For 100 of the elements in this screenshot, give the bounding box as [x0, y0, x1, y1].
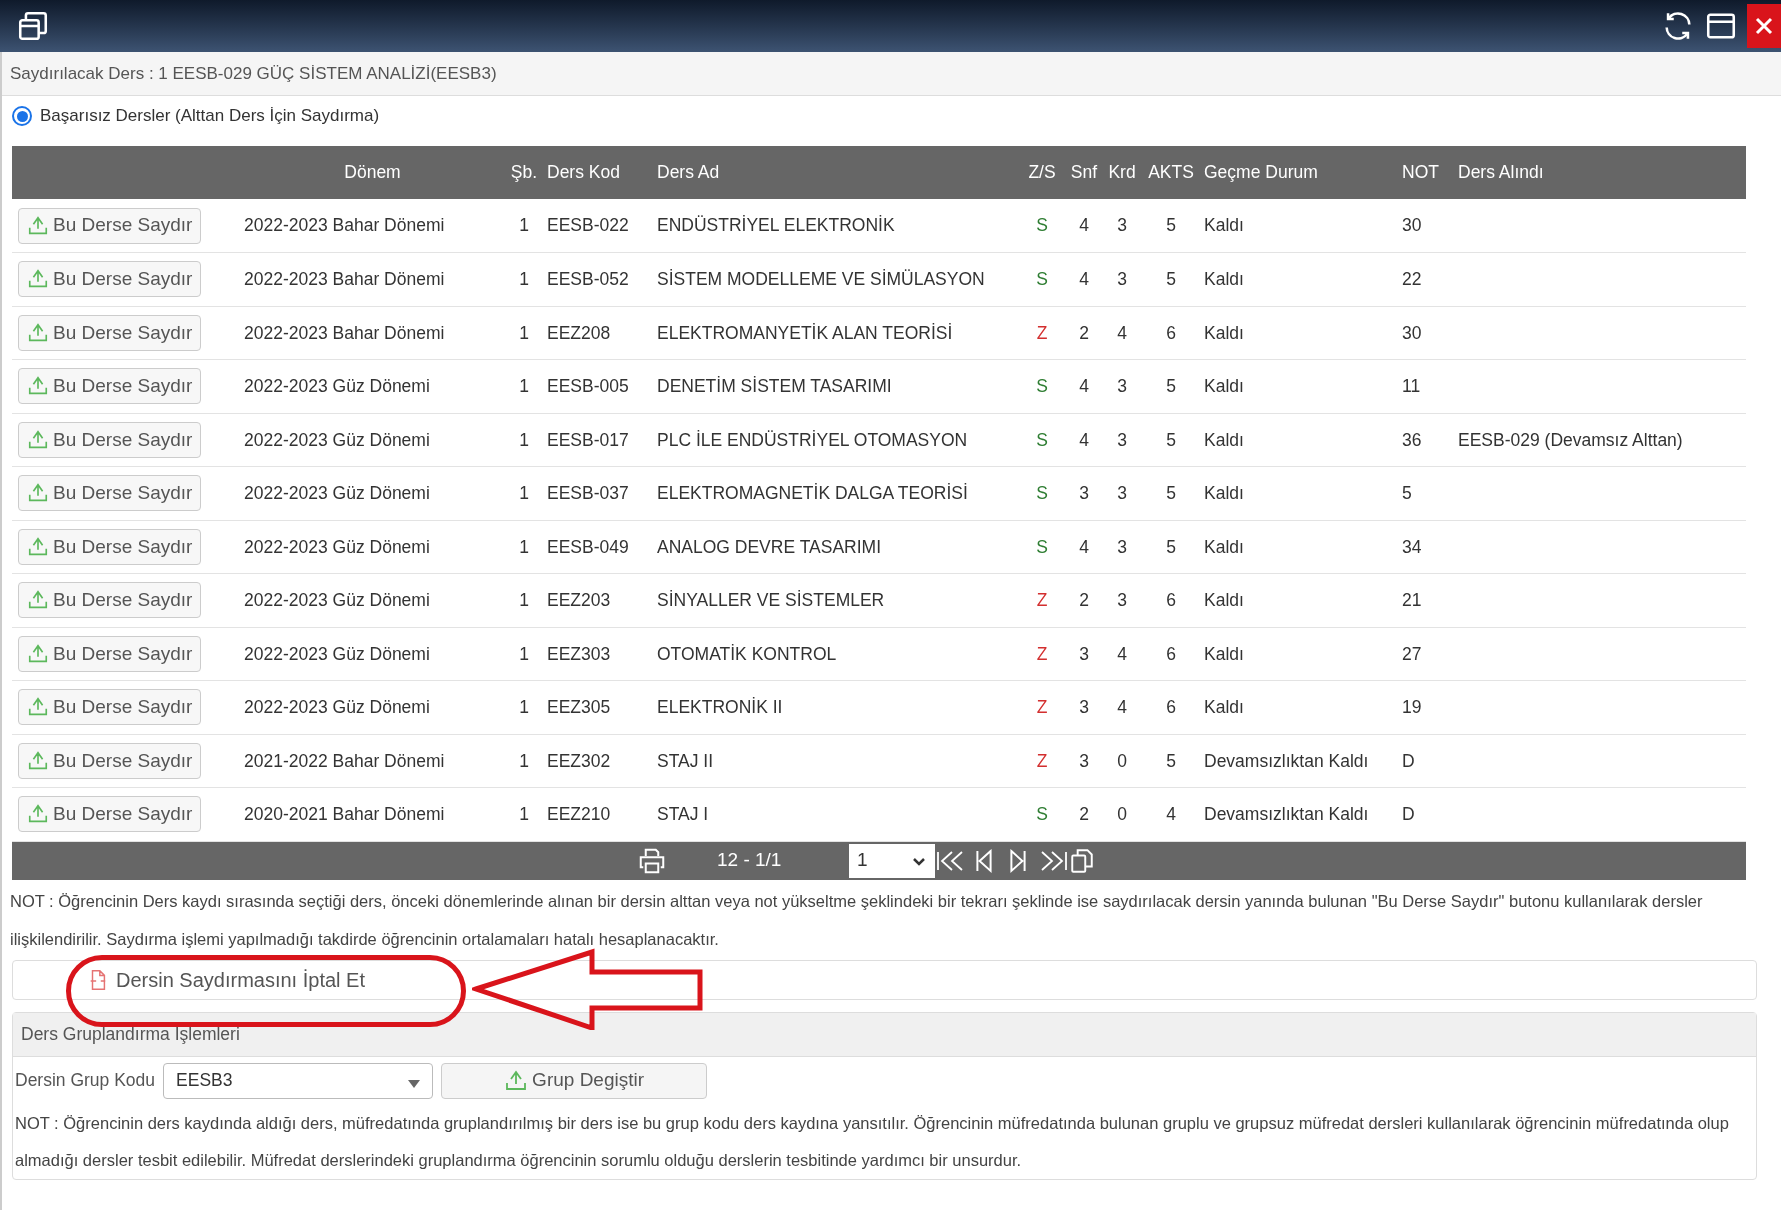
table-cell: 1 — [519, 750, 529, 771]
table-cell: S — [1036, 269, 1048, 290]
close-button[interactable] — [1747, 4, 1781, 48]
table-cell: 3 — [1117, 590, 1127, 611]
table-cell: EESB-005 — [547, 376, 629, 397]
table-cell: Kaldı — [1204, 376, 1244, 397]
table-cell: S — [1036, 483, 1048, 504]
table-cell: 6 — [1166, 697, 1176, 718]
table-cell: 2022-2023 Güz Dönemi — [244, 643, 430, 664]
count-course-button[interactable]: Bu Derse Saydır — [18, 528, 202, 565]
table-cell: EESB-022 — [547, 215, 629, 236]
table-cell: ENDÜSTRİYEL ELEKTRONİK — [657, 215, 895, 236]
count-course-button[interactable]: Bu Derse Saydır — [18, 421, 202, 458]
table-cell: Kaldı — [1204, 269, 1244, 290]
field-label: Dersin Grup Kodu — [15, 1069, 156, 1093]
table-cell: Z — [1036, 322, 1048, 343]
tray-upload-icon — [27, 214, 49, 237]
table-cell: 3 — [1117, 215, 1127, 236]
table-cell: 3 — [1117, 376, 1127, 397]
table-cell: EESB-037 — [547, 483, 629, 504]
table-cell: Kaldı — [1204, 643, 1244, 664]
record-count: 12 - 1/1 — [717, 848, 783, 873]
table-cell: 2022-2023 Güz Dönemi — [244, 376, 430, 397]
table-cell: STAJ II — [657, 750, 714, 771]
table-cell: EEZ303 — [547, 643, 611, 664]
column-header: Dönem — [344, 162, 401, 183]
group-code-select[interactable]: EESB3 — [163, 1062, 434, 1099]
previous-page-icon[interactable] — [973, 846, 995, 875]
table-cell: 1 — [519, 804, 529, 825]
table-cell: 1 — [519, 215, 529, 236]
table-cell: Kaldı — [1204, 697, 1244, 718]
radio-button[interactable] — [12, 106, 32, 126]
table-cell: Kaldı — [1204, 322, 1244, 343]
table-cell: S — [1036, 429, 1048, 450]
table-cell: EEZ203 — [547, 590, 611, 611]
column-header: Snf — [1070, 162, 1098, 183]
table-cell: 4 — [1079, 215, 1089, 236]
table-cell: D — [1402, 804, 1415, 825]
table-cell: Kaldı — [1204, 483, 1244, 504]
table-cell: 34 — [1402, 536, 1422, 557]
table-cell: 19 — [1402, 697, 1422, 718]
table-cell: 2022-2023 Bahar Dönemi — [244, 215, 445, 236]
table-cell: S — [1036, 804, 1048, 825]
table-cell: 3 — [1079, 697, 1089, 718]
column-header: Şb. — [510, 162, 538, 183]
table-cell: 11 — [1402, 376, 1421, 397]
radio-label: Başarısız Dersler (Alttan Ders İçin Saydırma) — [40, 105, 380, 128]
table-cell: Z — [1036, 697, 1048, 718]
table-cell: 30 — [1402, 322, 1422, 343]
table-cell: 1 — [519, 376, 529, 397]
count-course-button[interactable]: Bu Derse Saydır — [18, 314, 202, 351]
caret-icon — [408, 1079, 421, 1088]
tray-upload-icon — [27, 749, 49, 772]
count-course-button[interactable]: Bu Derse Saydır — [18, 689, 202, 726]
table-cell: 27 — [1402, 643, 1422, 664]
table-cell: 2022-2023 Güz Dönemi — [244, 590, 430, 611]
page-select[interactable]: 1 — [849, 843, 935, 878]
count-course-button[interactable]: Bu Derse Saydır — [18, 582, 202, 619]
count-course-button[interactable]: Bu Derse Saydır — [18, 475, 202, 512]
table-cell: SİNYALLER VE SİSTEMLER — [657, 590, 885, 611]
table-cell: 5 — [1166, 376, 1176, 397]
table-cell: ANALOG DEVRE TASARIMI — [657, 536, 881, 557]
table-cell: 1 — [519, 269, 529, 290]
table-cell: 2022-2023 Güz Dönemi — [244, 483, 430, 504]
table-cell: 5 — [1166, 483, 1176, 504]
close-icon — [1754, 16, 1774, 36]
count-course-button[interactable]: Bu Derse Saydır — [18, 207, 202, 244]
count-course-button[interactable]: Bu Derse Saydır — [18, 742, 202, 779]
note-text: NOT : Öğrencinin Ders kaydı sırasında seçtiği ders, önceki dönemlerinde alınan bir dersin alttan veya not yükseltme şeklindeki bir tekrarı şeklinde ise saydırılacak dersin yanında bulunan "Bu Derse Saydır" butonu kullanılarak dersler ilişkilendirilir. Saydırma işlemi yapılmadığı takdirde öğrencinin ortalamaları hatalı hesaplanacaktır. — [10, 890, 1704, 950]
table-cell: DENETİM SİSTEM TASARIMI — [657, 376, 892, 397]
table-cell: 21 — [1402, 590, 1422, 611]
change-group-button[interactable]: Grup Degiştir — [441, 1062, 708, 1099]
count-course-button[interactable]: Bu Derse Saydır — [18, 796, 202, 833]
table-cell: Devamsızlıktan Kaldı — [1204, 750, 1369, 771]
count-course-button[interactable]: Bu Derse Saydır — [18, 261, 202, 298]
table-cell: 0 — [1117, 750, 1127, 771]
count-course-button[interactable]: Bu Derse Saydır — [18, 368, 202, 405]
table-cell: 2022-2023 Güz Dönemi — [244, 697, 430, 718]
table-cell: 36 — [1402, 429, 1422, 450]
table-cell: 3 — [1117, 269, 1127, 290]
section-header: Ders Gruplandırma İşlemleri — [13, 1012, 1756, 1057]
table-cell: 2021-2022 Bahar Dönemi — [244, 750, 445, 771]
table-cell: 5 — [1166, 215, 1176, 236]
table-cell: 1 — [519, 643, 529, 664]
column-header: Ders Ad — [657, 162, 720, 183]
table-cell: 4 — [1166, 804, 1176, 825]
table-cell: 2 — [1079, 804, 1089, 825]
cancel-count-button[interactable]: Dersin Saydırmasını İptal Et — [88, 960, 365, 999]
table-cell: EEZ210 — [547, 804, 611, 825]
column-header: Krd — [1108, 162, 1136, 183]
table-cell: Kaldı — [1204, 536, 1244, 557]
next-page-icon[interactable] — [1007, 846, 1029, 875]
tray-upload-icon — [27, 428, 49, 451]
table-cell: 5 — [1402, 483, 1412, 504]
count-course-button[interactable]: Bu Derse Saydır — [18, 635, 202, 672]
table-cell: 5 — [1166, 750, 1176, 771]
windows-icon — [16, 9, 50, 43]
table-cell: 6 — [1166, 643, 1176, 664]
column-header: AKTS — [1148, 162, 1194, 183]
table-cell: S — [1036, 376, 1048, 397]
